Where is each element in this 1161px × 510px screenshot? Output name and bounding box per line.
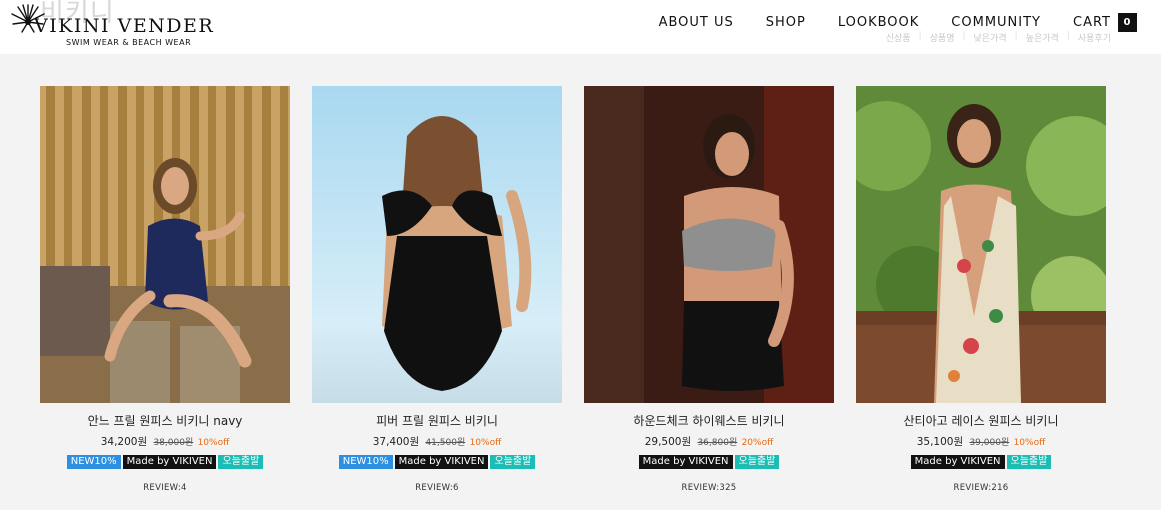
product-price-row: 35,100원 39,000원 10%off [856, 434, 1106, 448]
new-discount-badge: NEW10% [338, 455, 393, 469]
nav-community[interactable]: COMMUNITY [951, 15, 1041, 30]
discount-rate: 10%off [469, 438, 502, 448]
original-price: 41,500원 [425, 438, 466, 448]
sale-price: 29,500원 [644, 436, 692, 448]
sort-high-price[interactable]: 높은가격 [1026, 31, 1059, 44]
product-card[interactable]: 피버 프릴 원피스 비키니 37,400원 41,500원 10%off NEW… [312, 86, 562, 493]
sort-options: 신상품 | 상품명 | 낮은가격 | 높은가격 | 사용후기 [878, 31, 1111, 44]
discount-rate: 20%off [741, 438, 774, 448]
cart-count-badge: 0 [1118, 12, 1137, 32]
nav-about-us[interactable]: ABOUT US [659, 15, 734, 30]
original-price: 39,000원 [969, 438, 1010, 448]
product-image[interactable] [312, 86, 562, 403]
nav-lookbook[interactable]: LOOKBOOK [838, 15, 919, 30]
sale-price: 35,100원 [916, 436, 964, 448]
product-badges: Made by VIKIVEN 오늘출발 [584, 455, 834, 469]
product-price-row: 34,200원 38,000원 10%off [40, 434, 290, 448]
ships-today-badge: 오늘출발 [218, 455, 264, 469]
made-by-badge: Made by VIKIVEN [910, 455, 1005, 469]
nav-shop[interactable]: SHOP [766, 15, 806, 30]
sort-divider: | [1014, 31, 1018, 41]
sort-divider: | [962, 31, 966, 41]
product-name[interactable]: 피버 프릴 원피스 비키니 [312, 412, 562, 428]
ships-today-badge: 오늘출발 [1006, 455, 1052, 469]
product-name[interactable]: 안느 프릴 원피스 비키니 navy [40, 412, 290, 428]
product-badges: Made by VIKIVEN 오늘출발 [856, 455, 1106, 469]
discount-rate: 10%off [197, 438, 230, 448]
cart-label: CART [1073, 14, 1111, 30]
new-discount-badge: NEW10% [66, 455, 121, 469]
ships-today-badge: 오늘출발 [490, 455, 536, 469]
sort-new[interactable]: 신상품 [886, 31, 911, 44]
sort-divider: | [1066, 31, 1070, 41]
made-by-badge: Made by VIKIVEN [122, 455, 217, 469]
ships-today-badge: 오늘출발 [734, 455, 780, 469]
review-count: REVIEW:6 [415, 483, 459, 493]
product-badges: NEW10% Made by VIKIVEN 오늘출발 [312, 455, 562, 469]
product-image[interactable] [856, 86, 1106, 403]
product-name[interactable]: 산티아고 레이스 원피스 비키니 [856, 412, 1106, 428]
logo-wordmark: VIKINI VENDER [34, 15, 215, 37]
product-badges: NEW10% Made by VIKIVEN 오늘출발 [40, 455, 290, 469]
review-count: REVIEW:325 [681, 483, 737, 493]
site-logo[interactable]: VIKINI VENDER SWIM WEAR & BEACH WEAR [8, 2, 228, 50]
product-price-row: 29,500원 36,800원 20%off [584, 434, 834, 448]
product-card[interactable]: 산티아고 레이스 원피스 비키니 35,100원 39,000원 10%off … [856, 86, 1106, 493]
sort-name[interactable]: 상품명 [930, 31, 955, 44]
product-grid: 안느 프릴 원피스 비키니 navy 34,200원 38,000원 10%of… [40, 86, 1106, 493]
sort-divider: | [918, 31, 922, 41]
review-count: REVIEW:216 [953, 483, 1009, 493]
product-image[interactable] [40, 86, 290, 403]
main-nav: ABOUT US SHOP LOOKBOOK COMMUNITY CART 0 [659, 12, 1137, 32]
original-price: 38,000원 [153, 438, 194, 448]
logo-tagline: SWIM WEAR & BEACH WEAR [66, 38, 192, 47]
product-card[interactable]: 안느 프릴 원피스 비키니 navy 34,200원 38,000원 10%of… [40, 86, 290, 493]
sale-price: 34,200원 [100, 436, 148, 448]
discount-rate: 10%off [1013, 438, 1046, 448]
product-price-row: 37,400원 41,500원 10%off [312, 434, 562, 448]
made-by-badge: Made by VIKIVEN [638, 455, 733, 469]
sale-price: 37,400원 [372, 436, 420, 448]
original-price: 36,800원 [697, 438, 738, 448]
nav-cart[interactable]: CART 0 [1073, 12, 1137, 32]
made-by-badge: Made by VIKIVEN [394, 455, 489, 469]
review-count: REVIEW:4 [143, 483, 187, 493]
site-header: 비키니 VIKINI VENDER SWIM WEAR & BEACH WEAR… [0, 0, 1161, 54]
product-name[interactable]: 하운드체크 하이웨스트 비키니 [584, 412, 834, 428]
sort-reviews[interactable]: 사용후기 [1078, 31, 1111, 44]
product-image[interactable] [584, 86, 834, 403]
sort-low-price[interactable]: 낮은가격 [974, 31, 1007, 44]
product-card[interactable]: 하운드체크 하이웨스트 비키니 29,500원 36,800원 20%off M… [584, 86, 834, 493]
